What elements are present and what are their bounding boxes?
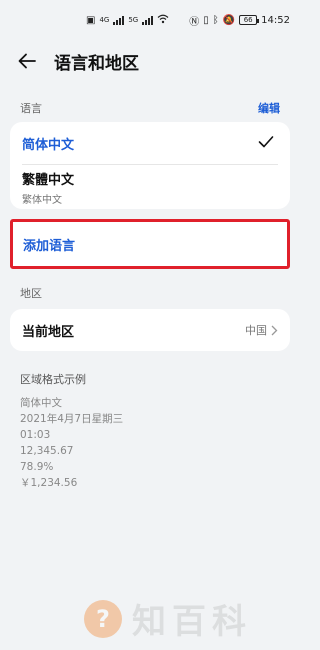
battery-icon: 66 — [239, 15, 260, 25]
back-arrow-icon — [18, 53, 36, 69]
format-example-currency: ￥1,234.56 — [20, 477, 78, 489]
format-example-language: 简体中文 — [20, 397, 62, 409]
add-language-label: 添加语言 — [23, 238, 76, 254]
language-item-label: 繁體中文 — [22, 172, 75, 188]
page-title: 语言和地区 — [54, 53, 139, 74]
clock: 14:52 — [261, 14, 290, 26]
region-section-header: 地区 — [0, 283, 300, 303]
watermark-logo: ? 知百科 — [84, 594, 252, 643]
language-section-header: 语言 编辑 — [0, 98, 300, 118]
network-type-2: 5G — [128, 15, 139, 24]
language-item-traditional-chinese[interactable]: 繁體中文 繁体中文 — [10, 165, 290, 209]
format-example-date: 2021年4月7日星期三 — [20, 413, 124, 425]
format-examples-title: 区域格式示例 — [20, 373, 86, 386]
language-section-label: 语言 — [20, 102, 42, 115]
current-region-label: 当前地区 — [22, 324, 75, 340]
network-type-1: 4G — [99, 15, 110, 24]
current-region-row[interactable]: 当前地区 中国 — [10, 309, 290, 351]
question-mark-icon: ? — [84, 599, 122, 638]
wifi-icon — [157, 14, 169, 27]
language-list: 简体中文 繁體中文 繁体中文 — [10, 122, 290, 209]
signal-icon-2 — [142, 15, 154, 25]
mute-icon: 🔕 — [222, 14, 236, 26]
add-language-button[interactable]: 添加语言 — [10, 219, 290, 269]
language-item-label: 简体中文 — [22, 137, 75, 153]
edit-button[interactable]: 编辑 — [258, 100, 280, 116]
back-button[interactable] — [16, 50, 38, 72]
current-region-value: 中国 — [245, 324, 267, 337]
language-item-subtitle: 繁体中文 — [22, 194, 62, 206]
sim-card-icon: ▣ — [86, 14, 96, 26]
region-section-label: 地区 — [20, 287, 42, 300]
nfc-icon: Ⓝ — [189, 16, 200, 28]
title-bar: 语言和地区 — [0, 40, 300, 82]
status-bar: ▣ 4G 5G Ⓝ ▯ ᛒ 🔕 66 14:52 — [0, 0, 300, 40]
current-region-value-wrap: 中国 — [245, 322, 278, 338]
checkmark-icon — [258, 134, 274, 153]
vibrate-icon: ▯ — [203, 14, 209, 26]
format-example-percent: 78.9% — [20, 461, 54, 473]
watermark-text: 知百科 — [132, 602, 252, 642]
signal-icon — [113, 15, 125, 25]
bluetooth-icon: ᛒ — [212, 14, 219, 26]
region-format-examples: 区域格式示例 简体中文 2021年4月7日星期三 01:03 12,345.67… — [0, 371, 300, 491]
status-right: Ⓝ ▯ ᛒ 🔕 66 14:52 — [189, 13, 290, 28]
format-example-number: 12,345.67 — [20, 445, 74, 457]
chevron-right-icon — [271, 325, 278, 335]
status-left: ▣ 4G 5G — [86, 14, 169, 27]
language-item-simplified-chinese[interactable]: 简体中文 — [10, 122, 290, 164]
region-card: 当前地区 中国 — [10, 309, 290, 351]
format-example-time: 01:03 — [20, 429, 51, 441]
